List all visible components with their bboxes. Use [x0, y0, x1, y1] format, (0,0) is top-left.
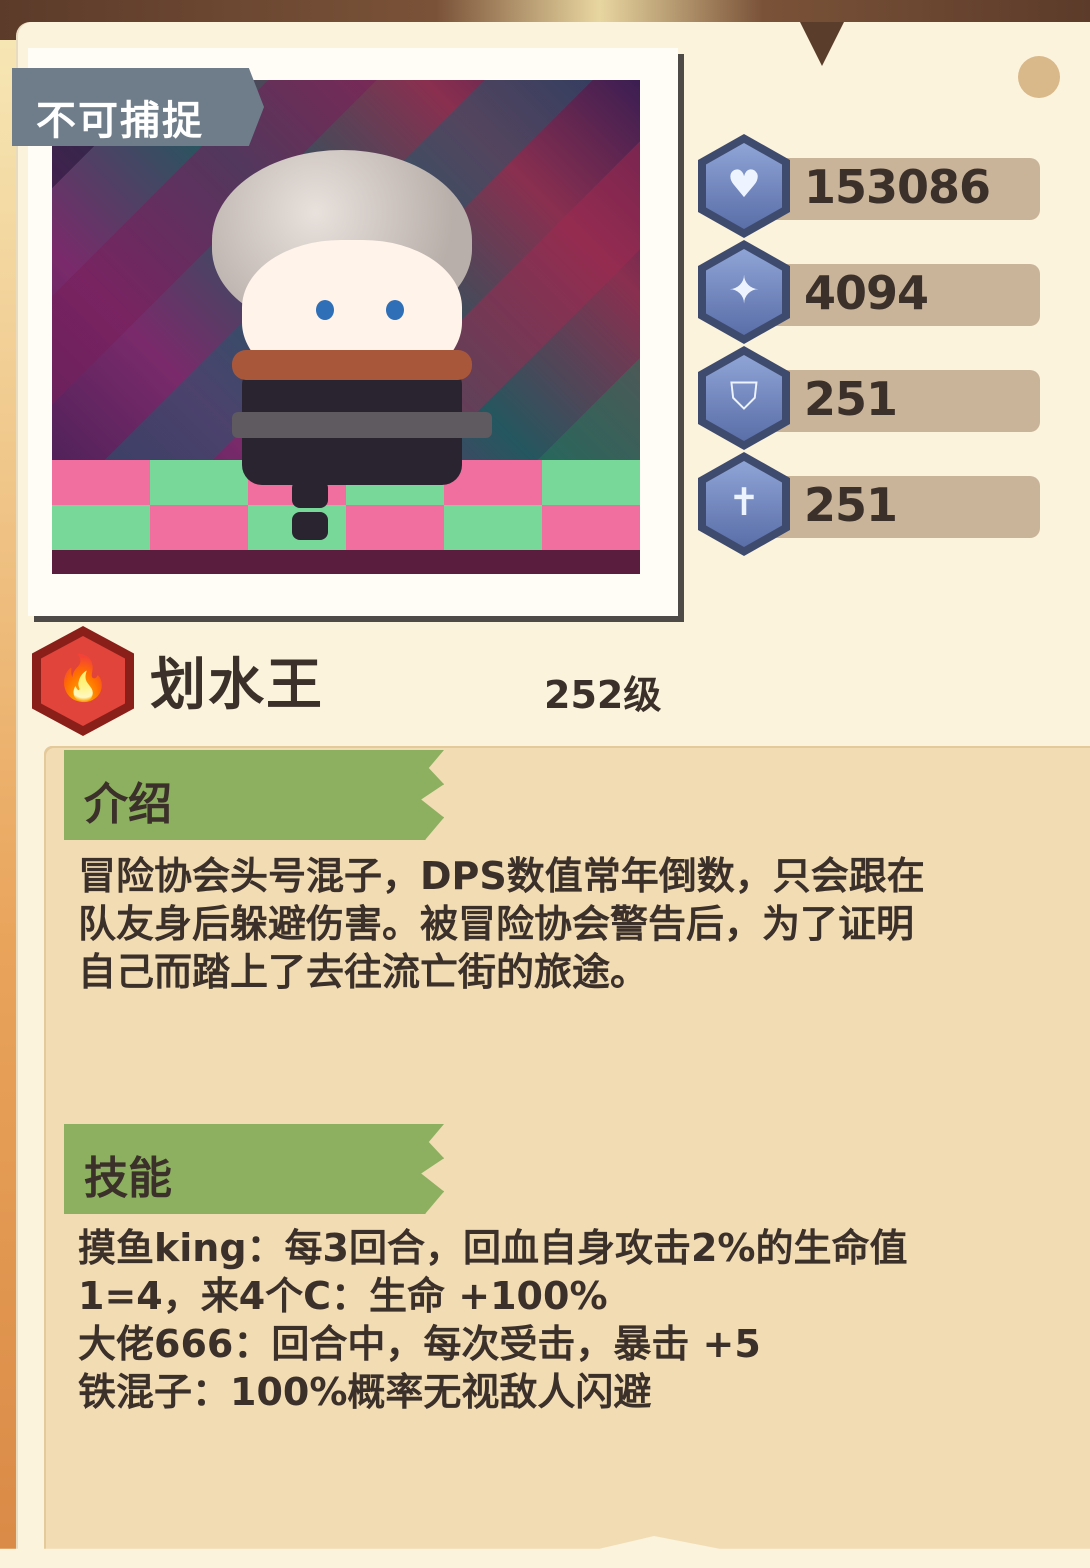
stat-hp-value: 153086	[804, 160, 991, 214]
hero-collar	[232, 350, 472, 380]
card-notch	[800, 22, 844, 66]
skill-line: 摸鱼king：每3回合，回血自身攻击2%的生命值	[78, 1226, 908, 1270]
intro-line: 自己而踏上了去往流亡街的旅途。	[78, 950, 649, 994]
hero-name: 划水王	[150, 653, 324, 718]
stat-defense: ⛉ 251	[698, 346, 1043, 450]
stat-resist: ✝ 251	[698, 452, 1043, 556]
stat-attack-value: 4094	[804, 266, 929, 320]
hero-eye-right	[386, 300, 404, 320]
skill-line: 1=4，来4个C：生命 +100%	[78, 1274, 608, 1318]
capture-status-label: 不可捕捉	[36, 98, 204, 144]
intro-line: 队友身后躲避伤害。被冒险协会警告后，为了证明	[78, 902, 915, 946]
ice-sword-icon: ✝	[698, 452, 790, 556]
skill-line: 铁混子：100%概率无视敌人闪避	[78, 1370, 652, 1414]
hero-level: 252级	[544, 673, 662, 717]
hero-legs	[292, 480, 412, 540]
fire-icon: 🔥	[32, 626, 134, 736]
intro-section-title: 介绍	[84, 779, 172, 830]
sword-icon: ✦	[698, 240, 790, 344]
skills-section-title: 技能	[84, 1153, 172, 1204]
stat-hp: ♥ 153086	[698, 134, 1043, 238]
stat-attack: ✦ 4094	[698, 240, 1043, 344]
stat-resist-value: 251	[804, 478, 898, 532]
stat-defense-value: 251	[804, 372, 898, 426]
shield-icon: ⛉	[698, 346, 790, 450]
hero-eye-left	[316, 300, 334, 320]
intro-line: 冒险协会头号混子，DPS数值常年倒数，只会跟在	[78, 854, 925, 898]
hero-portrait	[52, 80, 640, 574]
heart-icon: ♥	[698, 134, 790, 238]
card-pin	[1018, 56, 1060, 98]
hero-weapon	[232, 412, 492, 438]
skill-line: 大佬666：回合中，每次受击，暴击 +5	[78, 1322, 761, 1366]
portrait-floor-edge	[52, 550, 640, 574]
hero-sprite	[202, 150, 532, 540]
